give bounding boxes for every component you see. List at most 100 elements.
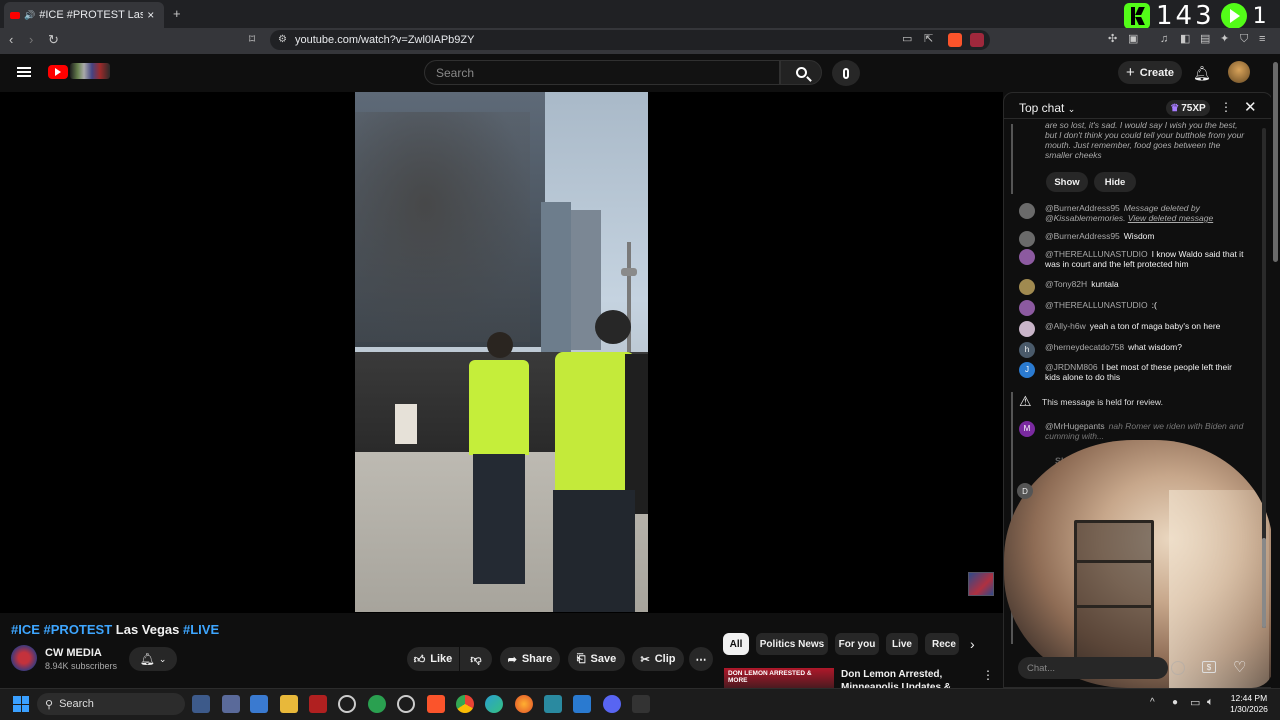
chat-username[interactable]: @JRDNM806	[1045, 362, 1098, 372]
task-view-icon[interactable]	[192, 695, 210, 713]
bookmark-icon[interactable]: ⌑	[249, 33, 255, 45]
chat-avatar[interactable]	[1019, 279, 1035, 295]
system-clock[interactable]: 12:44 PM 1/30/2026	[1223, 693, 1275, 715]
firefox-icon[interactable]	[515, 695, 533, 713]
title-hashtag-protest[interactable]: #PROTEST	[44, 622, 113, 637]
subscription-bell-button[interactable]: 🔔︎ ⌄	[129, 647, 177, 671]
title-hashtag-ice[interactable]: #ICE	[11, 622, 40, 637]
tray-chevron-icon[interactable]: ^	[1150, 697, 1155, 708]
app-icon[interactable]	[368, 695, 386, 713]
extensions-icon[interactable]: ✣	[1108, 34, 1117, 45]
chat-username[interactable]: @THEREALLUNASTUDIO	[1045, 300, 1148, 310]
leo-ai-icon[interactable]: ✦	[1220, 34, 1229, 45]
chat-mode-selector[interactable]: Top chat ⌄	[1019, 101, 1075, 115]
search-button[interactable]	[780, 60, 822, 85]
chat-avatar[interactable]	[1019, 321, 1035, 337]
recommended-title[interactable]: Don Lemon Arrested, Minneapolis Updates …	[841, 668, 971, 688]
address-bar[interactable]: youtube.com/watch?v=Zwl0lAPb9ZY	[270, 30, 990, 50]
show-message-button[interactable]: Show	[1046, 172, 1088, 192]
chat-scrollbar[interactable]	[1262, 128, 1266, 628]
app-icon[interactable]	[309, 695, 327, 713]
music-icon[interactable]: ♫	[1160, 34, 1168, 45]
chat-avatar[interactable]: h	[1019, 342, 1035, 358]
chip-for-you[interactable]: For you	[835, 633, 879, 655]
shield-icon[interactable]: ⛉	[1240, 34, 1248, 45]
site-info-icon[interactable]: ⚙	[278, 35, 287, 45]
video-frame[interactable]	[355, 92, 648, 612]
chat-avatar[interactable]	[1019, 203, 1035, 219]
share-page-icon[interactable]: ⇱	[924, 34, 933, 45]
reload-icon[interactable]: ↻	[48, 33, 59, 46]
discord-icon[interactable]	[603, 695, 621, 713]
brave-shields-icon[interactable]	[948, 33, 962, 47]
chat-username[interactable]: @THEREALLUNASTUDIO	[1045, 249, 1148, 259]
wallet-icon[interactable]: ▣	[1128, 34, 1138, 45]
chat-username[interactable]: @Tony82H	[1045, 279, 1087, 289]
edge-icon[interactable]	[485, 695, 503, 713]
chat-avatar[interactable]	[1019, 300, 1035, 316]
chat-avatar[interactable]	[1019, 249, 1035, 265]
clip-button[interactable]: ✂ Clip	[632, 647, 684, 671]
scrollbar-thumb[interactable]	[1273, 62, 1278, 262]
app-icon[interactable]	[632, 695, 650, 713]
channel-avatar[interactable]	[11, 645, 37, 671]
network-icon[interactable]: ▭	[1190, 696, 1200, 709]
chat-username[interactable]: @BurnerAddress95	[1045, 203, 1120, 213]
chat-avatar[interactable]: D	[1017, 483, 1033, 499]
recommended-more-icon[interactable]: ⋮	[982, 668, 994, 682]
app-icon[interactable]	[544, 695, 562, 713]
chip-live[interactable]: Live	[886, 633, 918, 655]
vpn-icon[interactable]: ▤	[1200, 34, 1210, 45]
chat-options-icon[interactable]: ⋮	[1220, 100, 1232, 114]
account-avatar[interactable]	[1228, 61, 1250, 83]
super-chat-icon[interactable]: $	[1202, 661, 1216, 673]
chat-avatar[interactable]: J	[1019, 362, 1035, 378]
channel-watermark[interactable]	[968, 572, 994, 596]
brave-rewards-icon[interactable]	[970, 33, 984, 47]
page-scrollbar[interactable]	[1271, 56, 1280, 688]
sidebar-icon[interactable]: ◧	[1180, 34, 1190, 45]
voice-search-button[interactable]	[832, 60, 860, 86]
channel-name[interactable]: CW MEDIA	[45, 647, 102, 659]
new-tab-button[interactable]: +	[173, 7, 181, 20]
app-icon[interactable]	[397, 695, 415, 713]
youtube-logo-icon[interactable]	[48, 65, 68, 79]
view-deleted-link[interactable]: View deleted message	[1128, 213, 1213, 223]
speaker-icon[interactable]: 🔊	[24, 10, 35, 21]
back-icon[interactable]: ‹	[9, 33, 13, 46]
search-input[interactable]: Search	[424, 60, 780, 85]
taskbar-search[interactable]: ⚲ Search	[37, 693, 185, 715]
chat-username[interactable]: @herneydecatdo758	[1045, 342, 1124, 352]
close-tab-icon[interactable]: ×	[147, 8, 154, 22]
heart-icon[interactable]: ♡	[1233, 658, 1246, 676]
browser-tab[interactable]: 🔊 #ICE #PROTEST Las Vegas #LI ×	[4, 2, 164, 28]
dislike-button[interactable]: 👎︎	[460, 647, 492, 671]
chrome-icon[interactable]	[456, 695, 474, 713]
notifications-bell-icon[interactable]: 🔔︎	[1193, 65, 1211, 82]
close-chat-icon[interactable]: ✕	[1244, 98, 1257, 116]
xp-badge[interactable]: ♛ 75XP	[1166, 100, 1210, 116]
chip-recent[interactable]: Rece	[925, 633, 959, 655]
app-icon[interactable]	[250, 695, 268, 713]
create-button[interactable]: + Create	[1118, 61, 1182, 84]
chat-avatar[interactable]: M	[1019, 421, 1035, 437]
emoji-icon[interactable]	[1171, 661, 1185, 675]
chat-username[interactable]: @MrHugepants	[1045, 421, 1105, 431]
file-explorer-icon[interactable]	[280, 695, 298, 713]
recommended-thumbnail[interactable]: DON LEMON ARRESTED & MORE	[724, 668, 834, 688]
app-icon[interactable]	[222, 695, 240, 713]
menu-icon[interactable]: ≡	[1259, 34, 1265, 45]
microphone-tray-icon[interactable]: ●	[1172, 697, 1178, 708]
chat-input[interactable]: Chat...	[1018, 657, 1168, 679]
title-hashtag-live[interactable]: #LIVE	[183, 622, 219, 637]
vscode-icon[interactable]	[573, 695, 591, 713]
app-icon[interactable]	[338, 695, 356, 713]
chat-username[interactable]: @Ally-h6w	[1045, 321, 1086, 331]
chip-all[interactable]: All	[723, 633, 749, 655]
hamburger-menu-icon[interactable]	[17, 67, 31, 77]
share-button[interactable]: ➦ Share	[500, 647, 560, 671]
hide-message-button[interactable]: Hide	[1094, 172, 1136, 192]
cast-icon[interactable]: ▭	[902, 34, 912, 45]
save-button[interactable]: ⎗ Save	[568, 647, 625, 671]
windows-start-icon[interactable]	[13, 696, 29, 712]
